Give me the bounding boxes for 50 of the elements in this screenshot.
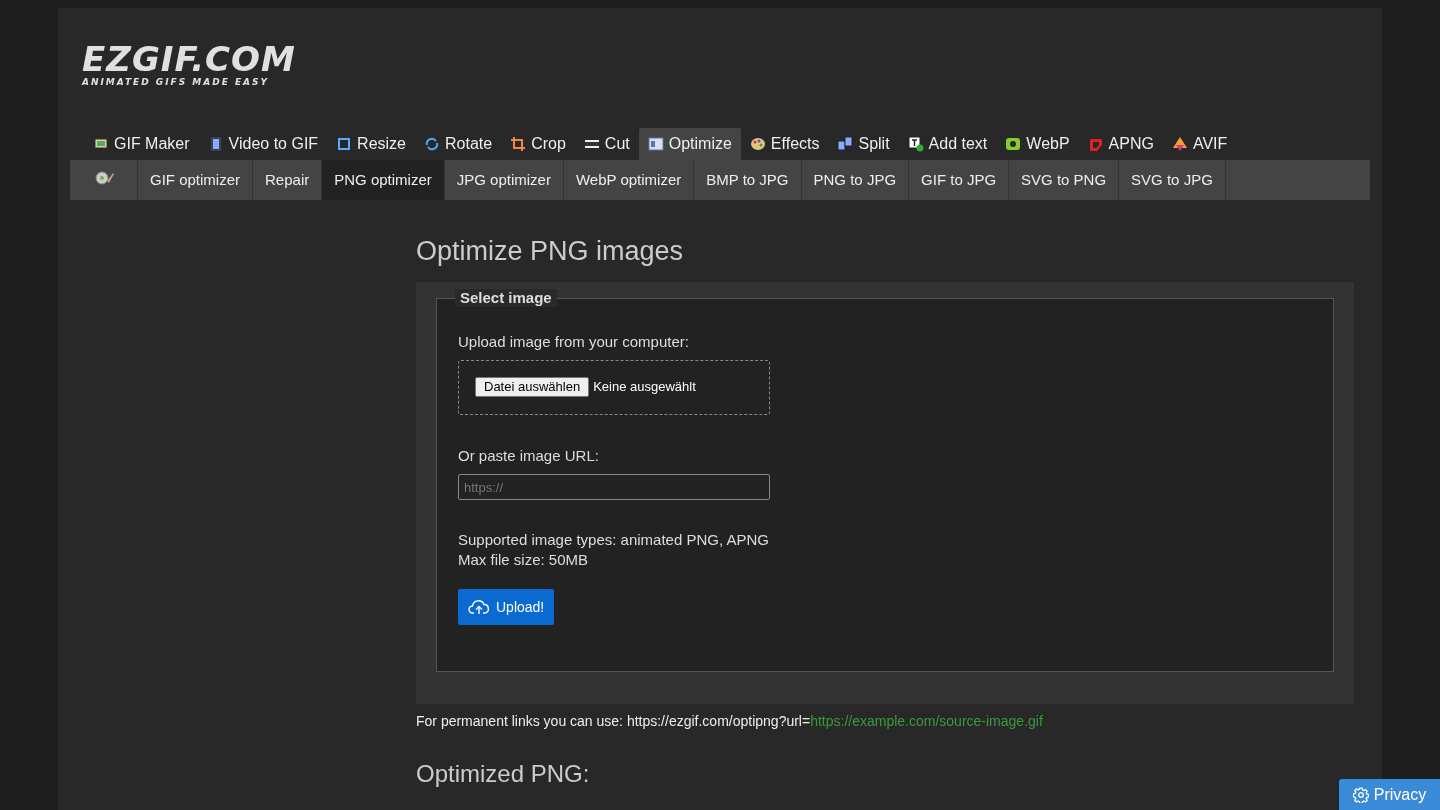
subnav-tab[interactable]: WebP optimizer [563,160,695,200]
subnav-tab[interactable]: SVG to PNG [1009,160,1120,200]
max-size-text: Max file size: 50MB [458,550,589,570]
subnav-tab[interactable]: SVG to JPG [1119,160,1226,200]
subnav-tab[interactable]: BMP to JPG [694,160,802,200]
triangle-icon [1171,136,1188,152]
nav-tab[interactable]: Video to GIF [198,128,328,160]
file-status: Keine ausgewählt [593,378,696,397]
supported-types-text: Supported image types: animated PNG, APNG [458,530,769,550]
choose-file-button[interactable]: Datei auswählen [475,377,590,397]
rounded-square-icon [1005,136,1022,152]
fieldset-legend: Select image [455,289,557,307]
logo-tagline: ANIMATED GIFS MADE EASY [82,76,270,89]
cloud-upload-icon [468,599,490,615]
example-link[interactable]: https://example.com/source-image.gif [810,713,1043,729]
upload-button[interactable]: Upload! [458,589,555,625]
rotate-arrows-icon [424,136,440,152]
nav-tab[interactable]: Optimize [638,128,741,160]
settings-icon [1352,786,1369,803]
nav-tab[interactable]: Rotate [415,128,502,160]
privacy-button[interactable]: Privacy [1339,779,1440,810]
resize-frame-icon [336,136,353,152]
nav-tab[interactable]: Cut [574,128,639,160]
subnav-tab[interactable]: GIF optimizer [138,160,253,200]
subnav-tab[interactable]: GIF to JPG [909,160,1010,200]
subnav-tab[interactable]: JPG optimizer [444,160,564,200]
nav-tab[interactable]: Resize [327,128,415,160]
nav-tab[interactable]: GIF Maker [84,128,199,160]
nav-tab[interactable]: Crop [501,128,575,160]
permanent-link-text: For permanent links you can use: https://ezgif.com/optipng?url=https://example.com/source-image.gif [416,712,1043,731]
result-heading: Optimized PNG: [416,759,590,789]
nav-tab[interactable]: Split [828,128,899,160]
nav-tab[interactable]: WebP [996,128,1079,160]
nav-tab[interactable]: AVIF [1162,128,1237,160]
crop-icon [510,136,527,152]
logo-title[interactable]: EZGIF.COM [82,44,296,74]
url-input[interactable]: https:// [458,474,770,500]
nav-tab[interactable]: APNG [1078,128,1163,160]
subnav-tab[interactable]: PNG to JPG [801,160,910,200]
page-heading: Optimize PNG images [416,235,684,268]
url-label: Or paste image URL: [458,445,599,466]
text-add-icon [907,136,924,152]
subnav-tab[interactable]: PNG optimizer [322,160,445,200]
file-drop-area[interactable]: Datei auswählen Keine ausgewählt [458,359,770,415]
nav-tab[interactable]: Effects [740,128,829,160]
upload-label: Upload image from your computer: [458,332,689,352]
palette-icon [749,136,766,152]
window-icon [647,136,664,152]
nav-tab[interactable]: Add text [898,128,997,160]
split-frames-icon [837,136,854,152]
